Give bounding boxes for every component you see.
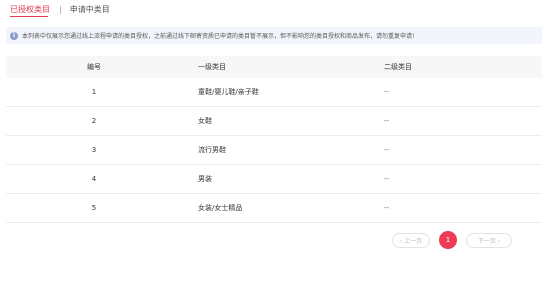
cell-level1: 童鞋/婴儿鞋/亲子鞋: [198, 88, 259, 96]
table-row: 3 流行男鞋 --: [6, 136, 542, 165]
cell-id: 3: [91, 146, 97, 154]
header-level2: 二级类目: [384, 63, 412, 71]
cell-level1: 流行男鞋: [198, 146, 226, 154]
category-table: 编号 一级类目 二级类目 1 童鞋/婴儿鞋/亲子鞋 -- 2 女鞋 -- 3 流…: [6, 56, 542, 223]
table-row: 2 女鞋 --: [6, 107, 542, 136]
tab-authorized-categories[interactable]: 已授权类目: [10, 4, 50, 15]
cell-level2: --: [384, 88, 390, 96]
cell-level2: --: [384, 204, 390, 212]
table-row: 4 男装 --: [6, 165, 542, 194]
notice-text: 本列表中仅展示您通过线上流程申请的类目授权，之前通过线下邮寄资质已申请的类目暂不…: [22, 33, 415, 40]
pagination: ‹ 上一页 1 下一页 ›: [392, 231, 512, 249]
cell-id: 4: [91, 175, 97, 183]
cell-level2: --: [384, 175, 390, 183]
cell-level2: --: [384, 146, 390, 154]
next-page-button[interactable]: 下一页 ›: [466, 232, 512, 248]
table-row: 5 女装/女士精品 --: [6, 194, 542, 223]
table-header: 编号 一级类目 二级类目: [6, 56, 542, 78]
info-icon: i: [10, 31, 18, 40]
cell-level2: --: [384, 117, 390, 125]
cell-id: 2: [91, 117, 97, 125]
cell-level1: 女鞋: [198, 117, 212, 125]
active-tab-underline: [10, 16, 48, 17]
tab-pending-categories[interactable]: 申请中类目: [70, 4, 110, 15]
notice-banner: i 本列表中仅展示您通过线上流程申请的类目授权，之前通过线下邮寄资质已申请的类目…: [6, 27, 542, 44]
tab-separator: |: [59, 4, 62, 14]
cell-id: 5: [91, 204, 97, 212]
cell-id: 1: [91, 88, 97, 96]
page-1-button[interactable]: 1: [439, 231, 457, 249]
cell-level1: 男装: [198, 175, 212, 183]
table-row: 1 童鞋/婴儿鞋/亲子鞋 --: [6, 78, 542, 107]
header-level1: 一级类目: [198, 63, 226, 71]
prev-page-button[interactable]: ‹ 上一页: [392, 232, 430, 248]
header-id: 编号: [87, 63, 101, 71]
cell-level1: 女装/女士精品: [198, 204, 243, 212]
